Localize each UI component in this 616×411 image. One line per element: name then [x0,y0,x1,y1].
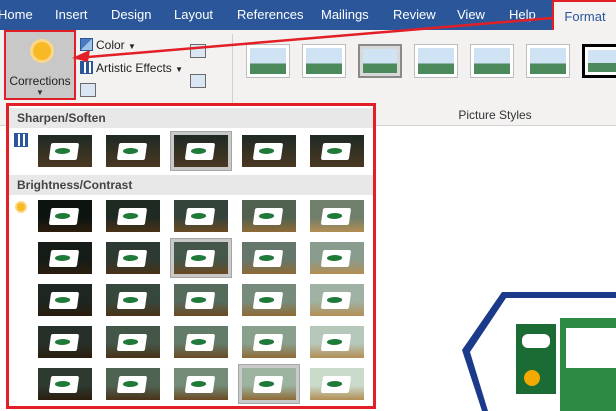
brightness-contrast-option[interactable] [34,238,96,278]
preview-thumbnail [38,135,92,167]
preview-thumbnail [310,242,364,274]
brightness-contrast-option[interactable] [238,196,300,236]
brightness-contrast-option[interactable] [306,280,368,320]
brightness-contrast-option[interactable] [34,196,96,236]
preview-thumbnail [106,135,160,167]
preview-thumbnail [174,326,228,358]
brightness-contrast-option[interactable] [238,238,300,278]
brightness-contrast-option[interactable] [170,280,232,320]
preview-thumbnail [106,284,160,316]
preview-thumbnail [310,284,364,316]
preview-thumbnail [38,326,92,358]
brightness-contrast-option[interactable] [102,238,164,278]
brightness-contrast-option[interactable] [170,196,232,236]
preview-thumbnail [174,368,228,400]
brightness-contrast-option[interactable] [306,364,368,404]
preview-thumbnail [242,242,296,274]
sharpen-soften-header: Sharpen/Soften [9,108,373,128]
preview-thumbnail [174,284,228,316]
brightness-contrast-option[interactable] [102,280,164,320]
preview-thumbnail [38,242,92,274]
preview-thumbnail [242,284,296,316]
brightness-contrast-option[interactable] [34,322,96,362]
preview-thumbnail [310,326,364,358]
preview-thumbnail [106,242,160,274]
preview-thumbnail [242,200,296,232]
preview-thumbnail [310,200,364,232]
brightness-contrast-option[interactable] [170,364,232,404]
brightness-contrast-option[interactable] [102,322,164,362]
brightness-contrast-option[interactable] [170,238,232,278]
brightness-icon [14,200,28,214]
preview-thumbnail [174,242,228,274]
sharpen-option[interactable] [170,131,232,171]
sharpen-option[interactable] [34,131,96,171]
sharpen-option[interactable] [238,131,300,171]
preview-thumbnail [38,284,92,316]
preview-thumbnail [38,368,92,400]
preview-thumbnail [174,200,228,232]
preview-thumbnail [242,326,296,358]
preview-thumbnail [242,135,296,167]
brightness-contrast-option[interactable] [238,364,300,404]
sharpen-icon [14,133,28,147]
brightness-contrast-option[interactable] [102,364,164,404]
preview-thumbnail [310,135,364,167]
brightness-contrast-option[interactable] [306,238,368,278]
brightness-contrast-option[interactable] [306,196,368,236]
brightness-contrast-option[interactable] [170,322,232,362]
sharpen-option[interactable] [306,131,368,171]
preview-thumbnail [106,326,160,358]
word-window: Home Insert Design Layout References Mai… [0,0,616,411]
sharpen-option[interactable] [102,131,164,171]
preview-thumbnail [38,200,92,232]
preview-thumbnail [106,200,160,232]
brightness-contrast-option[interactable] [306,322,368,362]
corrections-gallery: Sharpen/Soften Brightness/Contrast [6,103,376,409]
brightness-contrast-header: Brightness/Contrast [9,175,373,195]
brightness-contrast-option[interactable] [34,280,96,320]
brightness-contrast-option[interactable] [238,322,300,362]
preview-thumbnail [242,368,296,400]
brightness-contrast-option[interactable] [238,280,300,320]
brightness-contrast-option[interactable] [34,364,96,404]
preview-thumbnail [310,368,364,400]
preview-thumbnail [106,368,160,400]
brightness-contrast-option[interactable] [102,196,164,236]
preview-thumbnail [174,135,228,167]
